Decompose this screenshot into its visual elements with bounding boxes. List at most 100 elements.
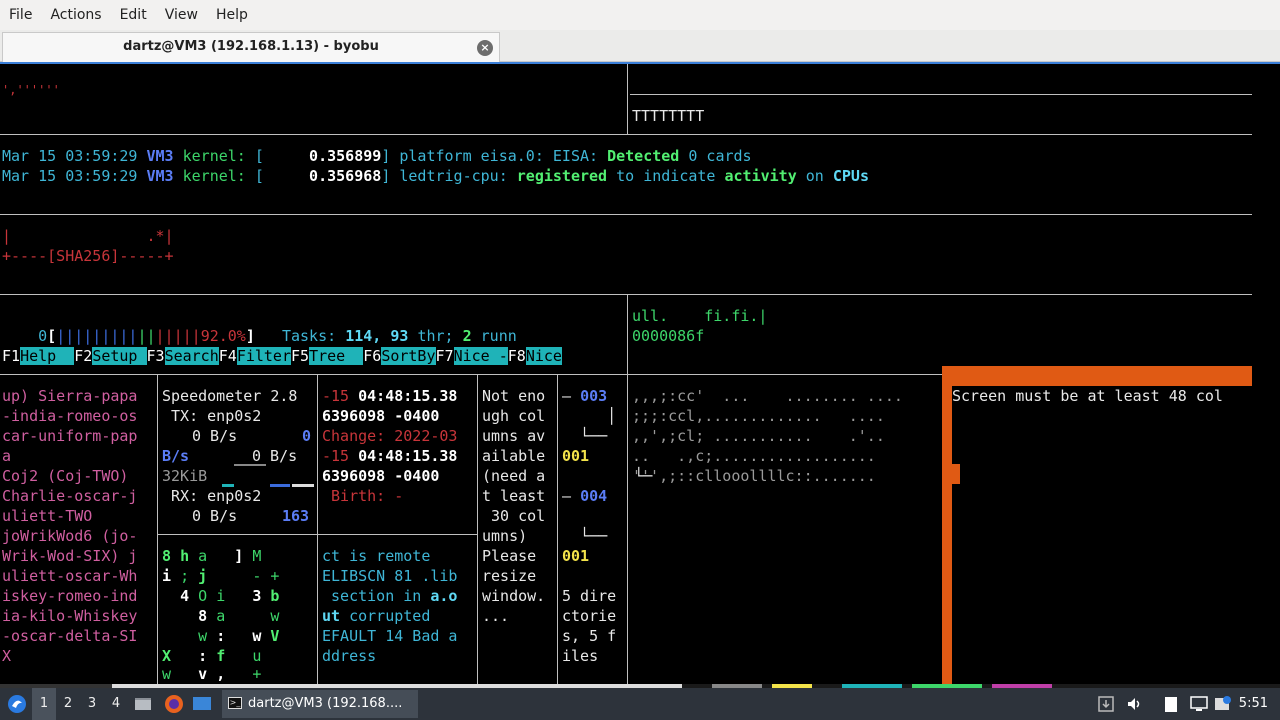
warning-line: 30 col <box>482 507 546 525</box>
pane-divider <box>557 374 558 684</box>
tree-node: — 004 <box>562 487 608 505</box>
name-list-line: iskey-romeo-ind <box>2 587 138 605</box>
nice-minus-button[interactable]: Nice - <box>453 347 508 365</box>
tree-summary: s, 5 f <box>562 627 617 645</box>
sha-art-line: +----[SHA256]-----+ <box>2 247 174 265</box>
rx-rate: 0 B/s <box>192 507 238 525</box>
pane-divider <box>0 374 942 375</box>
bs-rate: 0 B/s <box>252 447 298 465</box>
ascii-art-line: ,,',;cl; ........... .'.. <box>632 427 885 445</box>
htop-function-bar: F1Help F2Setup F3SearchF4FilterF5Tree F6… <box>2 347 562 365</box>
file-manager-icon[interactable] <box>134 688 156 720</box>
help-button[interactable]: Help <box>20 347 75 365</box>
pane-divider <box>318 534 477 535</box>
top-right-text: TTTTTTTT <box>632 107 705 125</box>
workspace-3[interactable]: 3 <box>80 688 104 720</box>
ascii-art-line: .. .,c;.................. <box>632 447 876 465</box>
name-list-line: a <box>2 447 12 465</box>
menu-view[interactable]: View <box>156 0 207 30</box>
workspace-2[interactable]: 2 <box>56 688 80 720</box>
menu-edit[interactable]: Edit <box>111 0 156 30</box>
htop-cpu-meter: 0[||||||||||||||||92.0%] Tasks: 114, 93 … <box>38 327 517 345</box>
tab-title: dartz@VM3 (192.168.1.13) - byobu <box>123 39 379 54</box>
search-button[interactable]: Search <box>164 347 219 365</box>
right-mid-line: ull. fi.fi.| <box>632 307 768 325</box>
top-left-fragment: ','''''' <box>2 83 60 97</box>
bs-label: B/s <box>162 447 190 465</box>
warning-line: ugh col <box>482 407 546 425</box>
tree-button[interactable]: Tree <box>309 347 364 365</box>
warning-line: ... <box>482 607 510 625</box>
close-icon[interactable]: × <box>477 40 493 56</box>
f1-key[interactable]: F1 <box>2 347 20 365</box>
workspace-4[interactable]: 4 <box>104 688 128 720</box>
tab-bar: dartz@VM3 (192.168.1.13) - byobu × <box>0 30 1280 62</box>
stat-line: 6396098 -0400 <box>322 407 440 425</box>
screen-size-message: Screen must be at least 48 col <box>952 387 1223 405</box>
name-list-line: Wrik-Wod-SIX) j <box>2 547 138 565</box>
pane-divider <box>158 534 317 535</box>
error-line: section in a.o <box>322 587 458 605</box>
stat-line: -15 04:48:15.38 <box>322 447 458 465</box>
volume-icon[interactable] <box>1126 688 1148 720</box>
pane-divider <box>627 64 628 134</box>
ascii-art-line: ;;;:ccl,............. .... <box>632 407 885 425</box>
error-line: EFAULT 14 Bad a <box>322 627 458 645</box>
menu-actions[interactable]: Actions <box>41 0 110 30</box>
ascii-art-line: ''',;::cllooollllc::....... <box>632 467 876 485</box>
name-list-line: car-uniform-pap <box>2 427 138 445</box>
filter-button[interactable]: Filter <box>236 347 291 365</box>
name-list-line: joWrikWod6 (jo- <box>2 527 138 545</box>
name-list-line: -india-romeo-os <box>2 407 138 425</box>
tx-peak: 0 <box>302 427 312 445</box>
terminal-area[interactable]: ','''''' TTTTTTTT Mar 15 03:59:29 VM3 ke… <box>0 62 1280 684</box>
workspace-1[interactable]: 1 <box>32 688 56 720</box>
warning-line: umns av <box>482 427 546 445</box>
stat-line: Change: 2022-03 <box>322 427 458 445</box>
name-list-line: X <box>2 647 12 665</box>
tree-node: 001 <box>562 447 590 465</box>
clock[interactable]: 5:51 <box>1239 688 1268 720</box>
tx-label: TX: enp0s2 <box>171 407 262 425</box>
display-icon[interactable] <box>1190 688 1212 720</box>
nice-plus-button[interactable]: Nice <box>525 347 562 365</box>
start-menu-icon[interactable] <box>4 688 30 720</box>
tree-summary: 5 dire <box>562 587 617 605</box>
menu-help[interactable]: Help <box>207 0 257 30</box>
pane-divider <box>157 374 158 684</box>
warning-line: Not eno <box>482 387 546 405</box>
pane-divider <box>627 374 628 684</box>
desktop-icon[interactable] <box>192 688 216 720</box>
clipboard-icon[interactable] <box>1164 688 1186 720</box>
pane-divider <box>627 294 628 374</box>
right-mid-line: 0000086f <box>632 327 705 345</box>
warning-line: (need a <box>482 467 546 485</box>
error-line: ut corrupted <box>322 607 431 625</box>
tree-summary: iles <box>562 647 599 665</box>
setup-button[interactable]: Setup <box>92 347 147 365</box>
speedometer-title: Speedometer 2.8 <box>162 387 298 405</box>
terminal-tab[interactable]: dartz@VM3 (192.168.1.13) - byobu × <box>2 32 500 62</box>
error-line: ddress <box>322 647 377 665</box>
tree-summary: ctorie <box>562 607 617 625</box>
menu-bar: File Actions Edit View Help <box>0 0 1280 30</box>
sortby-button[interactable]: SortBy <box>381 347 436 365</box>
sha-art-line: | .*| <box>2 227 174 245</box>
tree-branch-icon: │ <box>562 407 617 425</box>
update-icon[interactable] <box>1098 688 1120 720</box>
notification-icon[interactable] <box>1214 688 1236 720</box>
tree-branch-icon: └── <box>562 527 608 545</box>
speed-graph-bar <box>270 484 290 487</box>
warning-line: Please <box>482 547 537 565</box>
name-list-line: uliett-oscar-Wh <box>2 567 138 585</box>
menu-file[interactable]: File <box>0 0 41 30</box>
warning-line: t least <box>482 487 546 505</box>
terminal-icon: >_ <box>228 697 242 709</box>
terminal-task-button[interactable]: >_ dartz@VM3 (192.168.... <box>222 690 418 718</box>
pane-divider <box>0 214 1252 215</box>
name-list-line: uliett-TWO <box>2 507 93 525</box>
firefox-icon[interactable] <box>164 688 186 720</box>
active-pane-border <box>950 464 960 484</box>
active-pane-border <box>942 366 952 684</box>
speed-graph-bar <box>292 484 314 487</box>
